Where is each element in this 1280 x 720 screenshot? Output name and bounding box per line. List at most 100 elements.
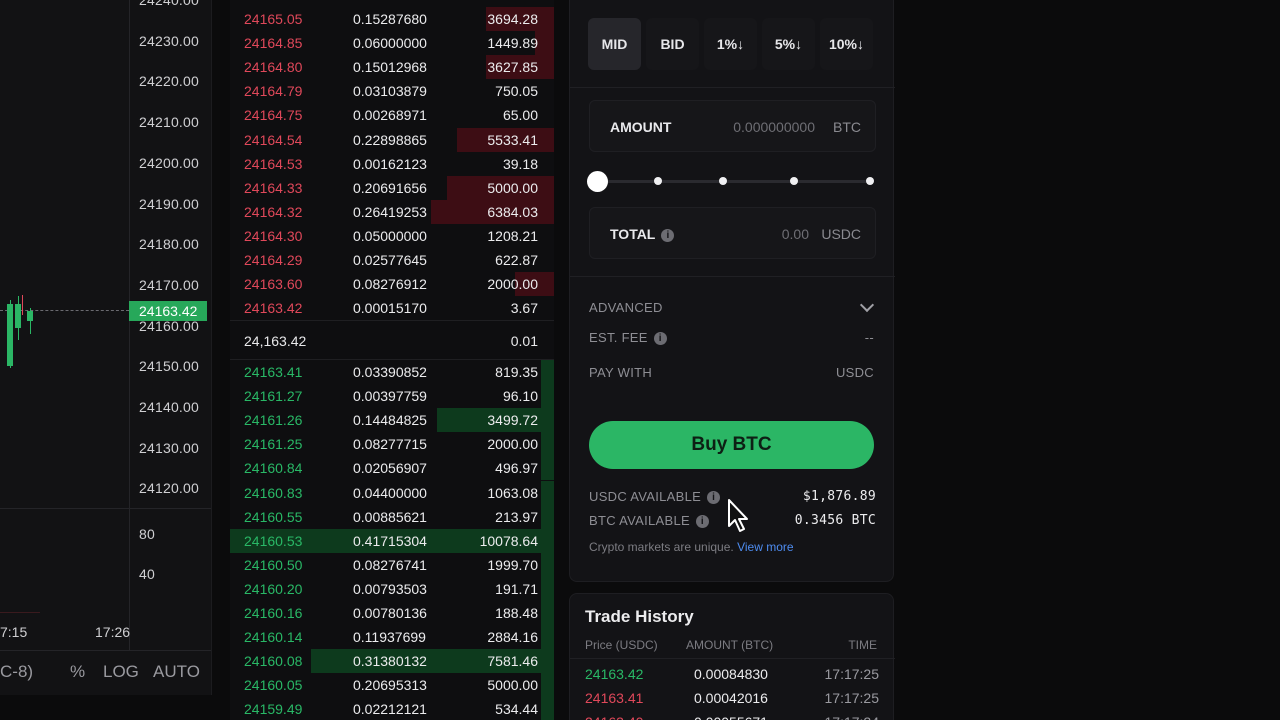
slider-step-100[interactable]	[866, 177, 874, 185]
trade-history: Trade History Price (USDC) AMOUNT (BTC) …	[569, 593, 895, 720]
toolbar-divider	[0, 650, 211, 651]
est-fee-label: EST. FEE	[589, 330, 648, 345]
bid-depth-bar	[541, 625, 554, 650]
bid-amount: 0.00780136	[353, 605, 427, 621]
price-mode-5pct[interactable]: 5%↓	[762, 18, 815, 70]
total-unit: USDC	[821, 226, 861, 242]
form-divider	[570, 87, 895, 88]
slider-step-75[interactable]	[790, 177, 798, 185]
mouse-cursor-icon	[728, 499, 748, 532]
bid-total: 2000.00	[487, 436, 538, 453]
advanced-toggle[interactable]: ADVANCED	[589, 297, 876, 315]
pay-with-label: PAY WITH	[589, 365, 653, 380]
bid-row[interactable]: 24163.41 0.03390852 819.35	[230, 360, 554, 384]
price-mode-mid[interactable]: MID	[588, 18, 641, 70]
bid-row[interactable]: 24161.25 0.08277715 2000.00	[230, 432, 554, 457]
info-icon[interactable]: i	[661, 228, 675, 242]
percent-toggle[interactable]: %	[70, 662, 85, 682]
ask-total: 750.05	[495, 83, 538, 100]
price-chart[interactable]: 24240.00 24230.00 24220.00 24210.00 24200.00…	[0, 0, 212, 695]
bid-depth-bar	[541, 673, 554, 698]
info-icon[interactable]: i	[653, 332, 667, 346]
bid-total: 213.97	[495, 508, 538, 525]
trade-history-title: Trade History	[585, 607, 694, 626]
total-input[interactable]: 0.00	[782, 226, 809, 242]
bid-row[interactable]: 24160.50 0.08276741 1999.70	[230, 552, 554, 577]
price-mode-1pct[interactable]: 1%↓	[704, 18, 757, 70]
y-axis-tick: 24200.00	[139, 154, 199, 171]
timezone-label[interactable]: C-8)	[0, 662, 33, 682]
bid-row[interactable]: 24161.27 0.00397759 96.10	[230, 384, 554, 409]
bid-row[interactable]: 24161.26 0.14484825 3499.72	[230, 408, 554, 433]
bid-price: 24161.25	[244, 436, 303, 453]
total-field[interactable]: TOTAL i 0.00 USDC	[589, 207, 876, 259]
ask-row[interactable]: 24164.75 0.00268971 65.00	[230, 103, 554, 127]
ask-price: 24164.54	[244, 131, 303, 148]
candle	[15, 304, 21, 328]
ask-row[interactable]: 24164.32 0.26419253 6384.03	[230, 199, 554, 224]
ask-row[interactable]: 24164.30 0.05000000 1208.21	[230, 224, 554, 248]
amount-slider-knob[interactable]	[587, 171, 608, 192]
pay-with-row[interactable]: PAY WITH USDC	[589, 365, 876, 380]
ask-amount: 0.03103879	[353, 83, 427, 100]
ask-amount: 0.02577645	[353, 252, 427, 268]
bid-row[interactable]: 24160.84 0.02056907 496.97	[230, 456, 554, 481]
usdc-available-label: USDC AVAILABLE	[589, 489, 702, 504]
price-mode-10pct[interactable]: 10%↓	[820, 18, 873, 70]
bid-amount: 0.41715304	[353, 532, 427, 549]
ask-row[interactable]: 24164.29 0.02577645 622.87	[230, 248, 554, 272]
amount-unit: BTC	[833, 119, 861, 135]
info-icon[interactable]: i	[707, 491, 721, 505]
ask-price: 24164.53	[244, 155, 303, 172]
y-axis-tick: 24150.00	[139, 358, 199, 375]
bid-row[interactable]: 24160.20 0.00793503 191.71	[230, 576, 554, 601]
amount-input[interactable]: 0.000000000	[733, 119, 815, 135]
bid-total: 496.97	[495, 460, 538, 477]
price-mode-selector: MID BID 1%↓ 5%↓ 10%↓	[588, 18, 873, 70]
slider-step-50[interactable]	[719, 177, 727, 185]
ask-row[interactable]: 24163.60 0.08276912 2000.00	[230, 272, 554, 297]
bid-price: 24160.14	[244, 629, 303, 646]
info-icon[interactable]: i	[695, 515, 709, 529]
price-mode-bid[interactable]: BID	[646, 18, 699, 70]
chevron-down-icon[interactable]	[859, 297, 875, 313]
bid-row[interactable]: 24160.05 0.20695313 5000.00	[230, 673, 554, 698]
log-toggle[interactable]: LOG	[103, 662, 139, 682]
bid-price: 24161.27	[244, 388, 303, 405]
bid-row[interactable]: 24160.55 0.00885621 213.97	[230, 504, 554, 529]
ask-row[interactable]: 24165.05 0.15287680 3694.28	[230, 7, 554, 31]
ask-row[interactable]: 24163.42 0.00015170 3.67	[230, 296, 554, 320]
disclaimer: Crypto markets are unique. View more	[589, 540, 794, 554]
ask-row[interactable]: 24164.85 0.06000000 1449.89	[230, 31, 554, 56]
ask-row[interactable]: 24164.54 0.22898865 5533.41	[230, 127, 554, 152]
bid-row[interactable]: 24160.83 0.04400000 1063.08	[230, 480, 554, 505]
ask-row[interactable]: 24164.53 0.00162123 39.18	[230, 152, 554, 176]
slider-step-25[interactable]	[654, 177, 662, 185]
bid-row[interactable]: 24160.53 0.41715304 10078.64	[230, 528, 554, 553]
amount-field[interactable]: AMOUNT 0.000000000 BTC	[589, 100, 876, 152]
buy-button[interactable]: Buy BTC	[589, 421, 874, 469]
y-axis-divider	[129, 0, 130, 650]
ask-price: 24164.75	[244, 107, 303, 124]
amount-slider-track[interactable]	[597, 180, 873, 183]
view-more-link[interactable]: View more	[737, 540, 793, 554]
bid-total: 1999.70	[487, 556, 538, 573]
bid-total: 10078.64	[479, 532, 538, 549]
bid-price: 24160.50	[244, 556, 303, 573]
bid-row[interactable]: 24160.14 0.11937699 2884.16	[230, 625, 554, 650]
bid-depth-bar	[541, 697, 554, 720]
ask-row[interactable]: 24164.80 0.15012968 3627.85	[230, 55, 554, 80]
bid-depth-bar	[541, 432, 554, 457]
y-axis-tick: 24170.00	[139, 276, 199, 293]
ask-price: 24164.85	[244, 35, 303, 52]
ask-row[interactable]: 24164.33 0.20691656 5000.00	[230, 175, 554, 200]
bid-total: 191.71	[495, 580, 538, 597]
auto-toggle[interactable]: AUTO	[153, 662, 200, 682]
ask-price: 24164.29	[244, 252, 303, 268]
bid-row[interactable]: 24160.08 0.31380132 7581.46	[230, 649, 554, 674]
bid-row[interactable]: 24160.16 0.00780136 188.48	[230, 601, 554, 625]
pay-with-value[interactable]: USDC	[836, 365, 874, 380]
bid-row[interactable]: 24159.49 0.02212121 534.44	[230, 697, 554, 720]
ask-amount: 0.00268971	[353, 107, 427, 124]
ask-row[interactable]: 24164.79 0.03103879 750.05	[230, 79, 554, 103]
